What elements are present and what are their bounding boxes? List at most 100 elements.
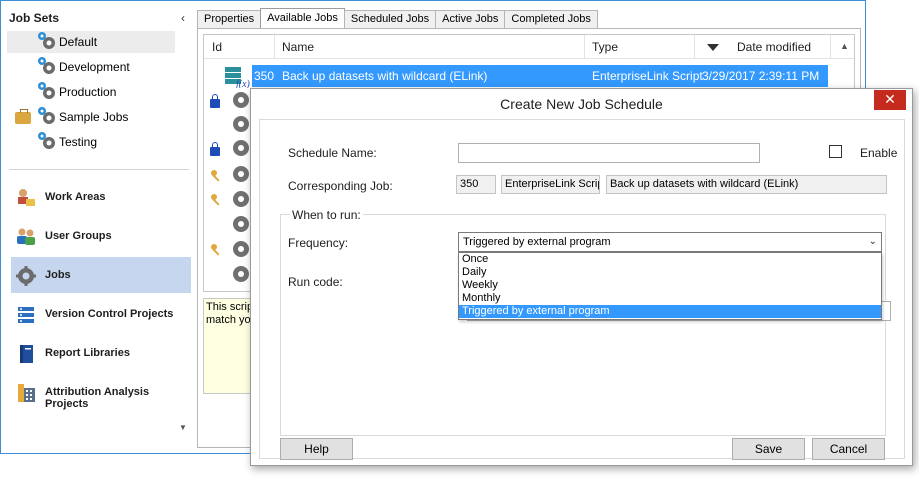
nav-item-user-groups[interactable]: User Groups xyxy=(11,218,191,254)
sort-descending-icon xyxy=(707,44,719,51)
job-set-label: Development xyxy=(59,60,130,74)
tab-completed-jobs[interactable]: Completed Jobs xyxy=(504,10,598,29)
scroll-up-icon[interactable]: ▲ xyxy=(840,41,849,51)
calculator-icon xyxy=(18,384,35,402)
tab-available-jobs[interactable]: Available Jobs xyxy=(260,8,345,29)
gear-icon xyxy=(16,266,36,286)
gear-icon xyxy=(38,57,55,74)
job-set-development[interactable]: Development xyxy=(7,56,175,78)
save-button[interactable]: Save xyxy=(732,438,805,460)
gear-icon xyxy=(233,191,249,207)
frequency-selected-value: Triggered by external program xyxy=(463,236,611,248)
key-icon xyxy=(211,194,220,206)
row-id: 350 xyxy=(254,69,275,83)
row-name: Back up datasets with wildcard (ELink) xyxy=(282,69,488,83)
nav-label: Jobs xyxy=(45,269,71,281)
column-separator xyxy=(274,35,275,59)
run-code-label: Run code: xyxy=(288,275,343,289)
column-header-date-modified[interactable]: Date modified xyxy=(737,40,811,54)
nav-item-jobs[interactable]: Jobs xyxy=(11,257,191,293)
nav-label: Version Control Projects xyxy=(45,308,174,320)
column-separator xyxy=(830,35,831,59)
script-fx-icon: f(x) xyxy=(225,67,250,88)
job-set-testing[interactable]: Testing xyxy=(7,131,175,153)
column-header-id[interactable]: Id xyxy=(212,40,222,54)
frequency-select[interactable]: Triggered by external program ⌄ xyxy=(458,232,882,252)
enable-checkbox[interactable] xyxy=(829,145,842,158)
work-areas-icon xyxy=(18,189,35,206)
frequency-option-triggered[interactable]: Triggered by external program xyxy=(459,305,881,318)
frequency-option-daily[interactable]: Daily xyxy=(459,266,881,279)
row-type: EnterpriseLink Script xyxy=(592,69,703,83)
gear-icon xyxy=(233,166,249,182)
frequency-option-once[interactable]: Once xyxy=(459,253,881,266)
lock-icon xyxy=(210,94,220,108)
help-button[interactable]: Help xyxy=(280,438,353,460)
book-icon xyxy=(20,345,33,363)
job-sets-header: Job Sets ‹ xyxy=(9,11,189,27)
frequency-option-monthly[interactable]: Monthly xyxy=(459,292,881,305)
tab-scheduled-jobs[interactable]: Scheduled Jobs xyxy=(343,10,437,29)
sidebar: Job Sets ‹ Default Development Productio… xyxy=(3,3,193,451)
nav-label: User Groups xyxy=(45,230,112,242)
job-set-label: Testing xyxy=(59,135,98,149)
tab-active-jobs[interactable]: Active Jobs xyxy=(435,10,506,29)
gear-icon xyxy=(38,32,55,49)
job-name-field: Back up datasets with wildcard (ELink) xyxy=(606,175,887,194)
gear-icon xyxy=(233,116,249,132)
nav-item-work-areas[interactable]: Work Areas xyxy=(11,179,191,215)
nav-item-version-control-projects[interactable]: Version Control Projects xyxy=(11,296,191,332)
svg-text:f(x): f(x) xyxy=(236,79,250,88)
nav-label: Attribution Analysis Projects xyxy=(45,386,150,410)
description-line: This script xyxy=(206,301,255,313)
user-groups-icon xyxy=(17,228,35,245)
gear-icon xyxy=(233,92,249,108)
create-job-schedule-dialog: Create New Job Schedule ✕ Schedule Name:… xyxy=(250,88,913,466)
scroll-down-icon[interactable]: ▼ xyxy=(179,423,187,432)
gear-icon xyxy=(38,132,55,149)
key-icon xyxy=(211,244,220,256)
column-header-name[interactable]: Name xyxy=(282,40,314,54)
chevron-down-icon: ⌄ xyxy=(868,236,877,247)
sidebar-divider xyxy=(9,169,189,170)
tab-properties[interactable]: Properties xyxy=(197,10,262,29)
when-to-run-label: When to run: xyxy=(290,208,363,222)
close-button[interactable]: ✕ xyxy=(874,90,906,110)
collapse-chevron-icon[interactable]: ‹ xyxy=(181,11,185,25)
nav-label: Report Libraries xyxy=(45,347,130,359)
column-header-type[interactable]: Type xyxy=(592,40,618,54)
gear-icon xyxy=(38,107,55,124)
job-set-label: Production xyxy=(59,85,117,99)
job-sets-title: Job Sets xyxy=(9,11,60,25)
job-set-sample-jobs[interactable]: Sample Jobs xyxy=(7,106,175,128)
gear-icon xyxy=(38,82,55,99)
job-set-default[interactable]: Default xyxy=(7,31,175,53)
frequency-dropdown-list: Once Daily Weekly Monthly Triggered by e… xyxy=(458,252,882,320)
nav-item-attribution-analysis-projects[interactable]: Attribution Analysis Projects xyxy=(11,374,191,410)
nav-item-report-libraries[interactable]: Report Libraries xyxy=(11,335,191,371)
nav-label: Work Areas xyxy=(45,191,106,203)
lock-icon xyxy=(210,142,220,156)
corresponding-job-label: Corresponding Job: xyxy=(288,179,393,193)
cancel-button[interactable]: Cancel xyxy=(812,438,885,460)
briefcase-icon xyxy=(15,109,31,124)
job-type-field: EnterpriseLink Script xyxy=(501,175,600,194)
job-set-production[interactable]: Production xyxy=(7,81,175,103)
version-control-icon xyxy=(18,307,34,323)
job-description: This script match you xyxy=(203,298,255,394)
grid-header: Id Name Type Date modified ▲ xyxy=(204,35,854,59)
gear-icon xyxy=(233,266,249,282)
table-row-selected[interactable]: 350 Back up datasets with wildcard (ELin… xyxy=(252,65,828,87)
job-id-field: 350 xyxy=(456,175,496,194)
tab-strip: Properties Available Jobs Scheduled Jobs… xyxy=(197,8,598,29)
schedule-name-input[interactable] xyxy=(458,143,760,163)
enable-label: Enable xyxy=(860,146,898,160)
key-icon xyxy=(211,170,220,182)
frequency-option-weekly[interactable]: Weekly xyxy=(459,279,881,292)
row-date: 3/29/2017 2:39:11 PM xyxy=(702,69,820,83)
description-line: match you xyxy=(206,314,255,326)
job-set-label: Default xyxy=(59,35,98,49)
column-separator xyxy=(694,35,695,59)
schedule-name-label: Schedule Name: xyxy=(288,146,377,160)
frequency-label: Frequency: xyxy=(288,236,349,250)
